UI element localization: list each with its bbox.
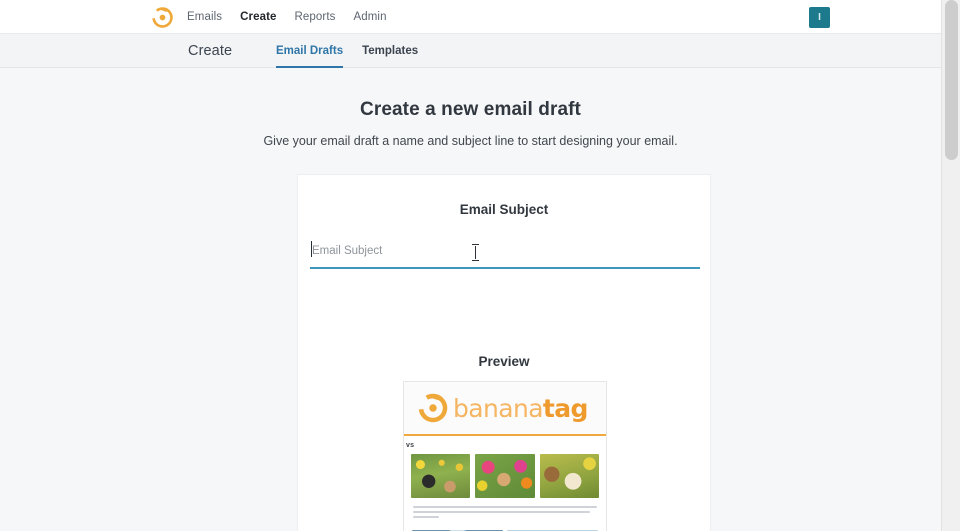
sub-tab-list: Email Drafts Templates (276, 34, 418, 68)
brand-word-bold: tag (542, 393, 589, 423)
text-line (413, 511, 590, 513)
text-caret (311, 241, 312, 257)
nav-link-create[interactable]: Create (240, 11, 276, 23)
primary-nav-links: Emails Create Reports Admin (187, 0, 387, 34)
email-subject-label: Email Subject (459, 202, 549, 217)
nav-link-reports[interactable]: Reports (295, 11, 336, 23)
scrollbar-thumb[interactable] (945, 0, 958, 160)
labrador-on-chair-photo (539, 454, 599, 498)
preview-brand-header: bananatag (404, 382, 606, 436)
preview-kicker-text: vs (406, 442, 415, 449)
create-draft-card: Email Subject Preview (297, 174, 711, 531)
search-input email-subject-input[interactable] (310, 238, 700, 269)
page-subheading: Give your email draft a name and subject… (263, 134, 678, 148)
vertical-scrollbar[interactable] (941, 0, 960, 531)
nav-link-emails[interactable]: Emails (187, 11, 222, 23)
app-viewport: Emails Create Reports Admin I Create Ema… (0, 0, 960, 531)
nav-link-admin[interactable]: Admin (353, 11, 386, 23)
bananatag-circle-logo-icon (418, 393, 448, 423)
preview-label: Preview (478, 354, 530, 369)
email-subject-field[interactable] (310, 238, 700, 269)
bananatag-circle-logo-icon[interactable] (152, 7, 173, 28)
page-title: Create (188, 43, 233, 59)
page-content: Create a new email draft Give your email… (0, 68, 941, 531)
sub-header-bar: Create Email Drafts Templates (0, 34, 941, 68)
preview-thumbnail-row (404, 454, 606, 498)
tab-email-drafts[interactable]: Email Drafts (276, 34, 344, 68)
text-line (413, 516, 439, 518)
bananatag-wordmark: bananatag (453, 396, 588, 421)
brand-word-light: banana (453, 393, 544, 423)
cat-in-flowers-photo (411, 454, 471, 498)
preview-wide-image-row (404, 525, 606, 531)
text-line (413, 506, 597, 508)
page-heading: Create a new email draft (360, 99, 581, 120)
preview-body-text (404, 498, 606, 525)
tab-templates[interactable]: Templates (362, 34, 418, 68)
top-navigation-bar: Emails Create Reports Admin I (0, 0, 941, 34)
puppy-in-flowers-photo (475, 454, 535, 498)
email-preview-thumbnail[interactable]: bananatag vs (403, 381, 607, 531)
avatar[interactable]: I (809, 7, 830, 28)
